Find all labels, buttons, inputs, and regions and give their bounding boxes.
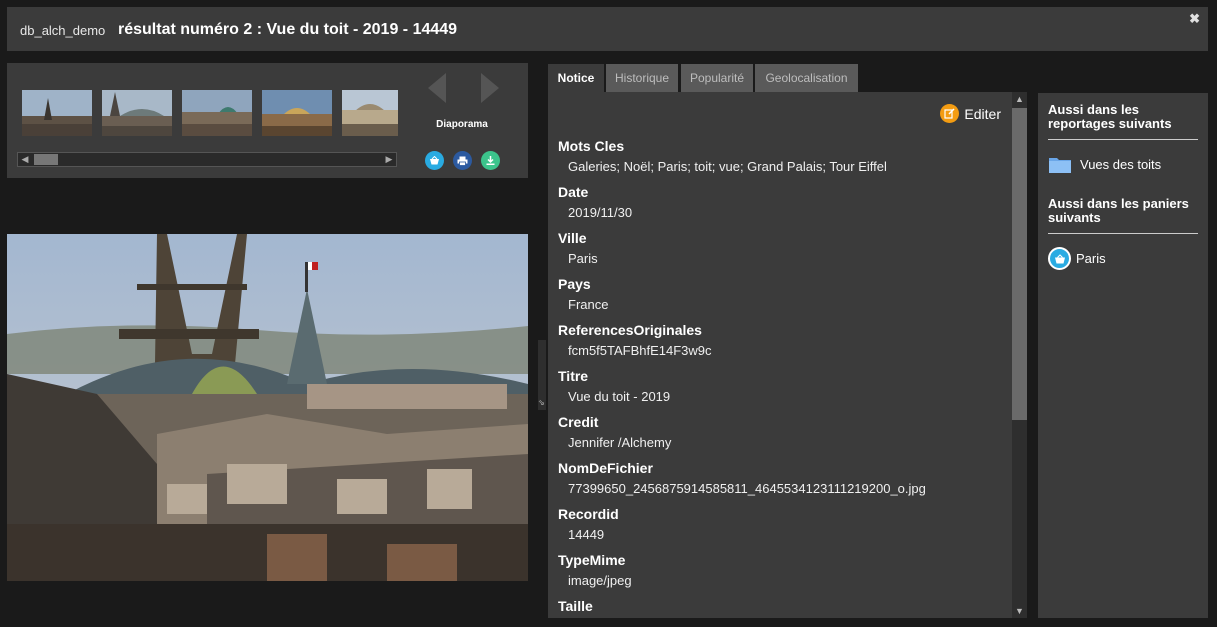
close-icon[interactable]: ✖ <box>1189 11 1200 27</box>
scroll-left-icon[interactable]: ◀ <box>18 153 32 166</box>
notice-panel: Editer Mots Cles Galeries; Noël; Paris; … <box>548 92 1027 618</box>
main-photo <box>7 234 528 581</box>
scroll-right-icon[interactable]: ▶ <box>382 153 396 166</box>
field-label-pays: Pays <box>558 276 591 292</box>
page-title: résultat numéro 2 : Vue du toit - 2019 -… <box>118 21 458 38</box>
panier-label: Paris <box>1076 251 1106 266</box>
field-label-recordid: Recordid <box>558 506 619 522</box>
viewer-header: db_alch_demo résultat numéro 2 : Vue du … <box>7 7 1208 51</box>
scrollbar-thumb[interactable] <box>34 154 58 165</box>
field-label-credit: Credit <box>558 414 599 430</box>
field-label-date: Date <box>558 184 589 200</box>
database-name: db_alch_demo <box>20 23 106 38</box>
panel-resize-handle[interactable]: ⇘ <box>538 340 546 410</box>
field-label-taille: Taille <box>558 598 593 614</box>
download-icon[interactable] <box>481 151 500 170</box>
field-value-credit: Jennifer /Alchemy <box>568 435 672 450</box>
basket-icon <box>1048 247 1071 270</box>
edit-icon <box>940 104 960 123</box>
field-value-pays: France <box>568 297 609 312</box>
paniers-heading: Aussi dans les paniers suivants <box>1048 196 1189 225</box>
scrollbar-thumb[interactable] <box>1012 108 1027 420</box>
tab-notice[interactable]: Notice <box>548 64 604 93</box>
field-value-mots-cles: Galeries; Noël; Paris; toit; vue; Grand … <box>568 159 887 174</box>
field-value-titre: Vue du toit - 2019 <box>568 389 671 404</box>
print-icon[interactable] <box>453 151 472 170</box>
field-label-mots-cles: Mots Cles <box>558 138 625 154</box>
divider <box>1048 233 1198 234</box>
related-panel: Aussi dans les reportages suivants Vues … <box>1038 93 1208 618</box>
edit-button[interactable]: Editer <box>940 104 1001 123</box>
scroll-down-icon[interactable]: ▼ <box>1012 604 1027 618</box>
reportage-label: Vues des toits <box>1080 157 1162 172</box>
thumbnail-2[interactable] <box>102 90 172 136</box>
field-label-titre: Titre <box>558 368 589 384</box>
slideshow-label[interactable]: Diaporama <box>407 119 517 130</box>
thumbnail-1[interactable] <box>22 90 92 136</box>
field-value-date: 2019/11/30 <box>568 205 633 220</box>
folder-icon <box>1049 158 1071 173</box>
field-value-recordid: 14449 <box>568 527 605 542</box>
field-label-references-originales: ReferencesOriginales <box>558 322 702 338</box>
reportages-heading: Aussi dans les reportages suivants <box>1048 102 1172 131</box>
thumbnail-4[interactable] <box>262 90 332 136</box>
field-label-type-mime: TypeMime <box>558 552 626 568</box>
field-value-ville: Paris <box>568 251 598 266</box>
tab-geolocalisation[interactable]: Geolocalisation <box>755 64 858 92</box>
field-label-ville: Ville <box>558 230 587 246</box>
resize-icon: ⇘ <box>538 398 545 407</box>
thumbnail-strip: ◀ ▶ Diaporama <box>7 63 528 178</box>
divider <box>1048 139 1198 140</box>
thumbnail-scrollbar[interactable]: ◀ ▶ <box>17 152 397 167</box>
previous-arrow-icon[interactable] <box>428 73 446 103</box>
edit-label: Editer <box>964 105 1001 122</box>
field-label-nom-de-fichier: NomDeFichier <box>558 460 653 476</box>
panier-item[interactable]: Paris <box>1048 247 1106 270</box>
thumbnail-5[interactable] <box>342 90 398 136</box>
reportage-item[interactable]: Vues des toits <box>1048 155 1161 174</box>
notice-scrollbar[interactable]: ▲ ▼ <box>1012 92 1027 618</box>
thumbnail-3[interactable] <box>182 90 252 136</box>
field-value-nom-de-fichier: 77399650_2456875914585811_46455341231112… <box>568 481 926 496</box>
tab-popularite[interactable]: Popularité <box>681 64 753 92</box>
tab-historique[interactable]: Historique <box>606 64 678 92</box>
field-value-type-mime: image/jpeg <box>568 573 632 588</box>
next-arrow-icon[interactable] <box>481 73 499 103</box>
field-value-references-originales: fcm5f5TAFBhfE14F3w9c <box>568 343 712 358</box>
scroll-up-icon[interactable]: ▲ <box>1012 92 1027 106</box>
basket-icon[interactable] <box>425 151 444 170</box>
